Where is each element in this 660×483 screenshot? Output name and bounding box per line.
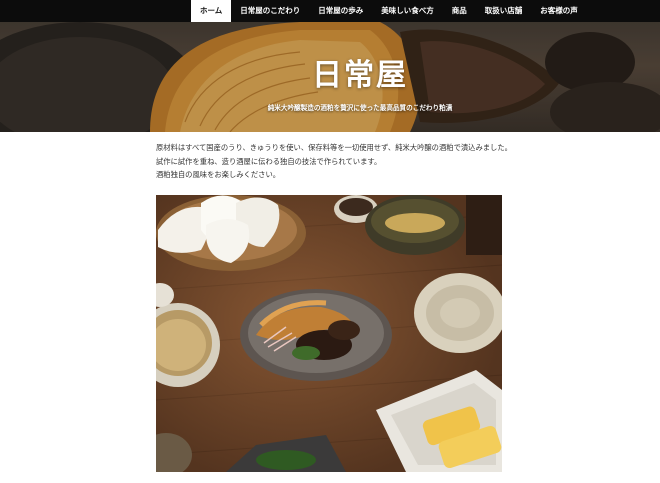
hero-banner: 日常屋 純米大吟醸製造の酒粕を贅沢に使った最高品質のこだわり粕漬 xyxy=(0,22,660,132)
intro-line-2: 試作に試作を重ね、造り酒屋に伝わる独自の技法で作られています。 xyxy=(156,156,382,166)
nav-item-stores[interactable]: 取扱い店舗 xyxy=(476,0,532,22)
nav-item-testimonials[interactable]: お客様の声 xyxy=(531,0,587,22)
food-photo xyxy=(156,195,502,472)
nav-item-history[interactable]: 日常屋の歩み xyxy=(309,0,372,22)
hero-tagline: 純米大吟醸製造の酒粕を贅沢に使った最高品質のこだわり粕漬 xyxy=(267,104,453,112)
nav-item-home[interactable]: ホーム xyxy=(191,0,232,22)
nav-item-commitment[interactable]: 日常屋のこだわり xyxy=(231,0,309,22)
nav-item-products[interactable]: 商品 xyxy=(443,0,476,22)
intro-line-3: 酒粕独自の風味をお楽しみください。 xyxy=(156,170,281,179)
nav-list: ホーム 日常屋のこだわり 日常屋の歩み 美味しい食べ方 商品 取扱い店舗 お客様… xyxy=(191,0,587,22)
intro-text: 原材料はすべて国産のうり、きゅうりを使い、保存料等を一切使用せず、純米大吟醸の酒… xyxy=(156,141,536,182)
intro-line-1: 原材料はすべて国産のうり、きゅうりを使い、保存料等を一切使用せず、純米大吟醸の酒… xyxy=(156,143,512,152)
nav-item-how-to-eat[interactable]: 美味しい食べ方 xyxy=(372,0,443,22)
top-navigation: ホーム 日常屋のこだわり 日常屋の歩み 美味しい食べ方 商品 取扱い店舗 お客様… xyxy=(0,0,660,22)
brand-logo[interactable]: 日常屋 xyxy=(300,50,420,94)
